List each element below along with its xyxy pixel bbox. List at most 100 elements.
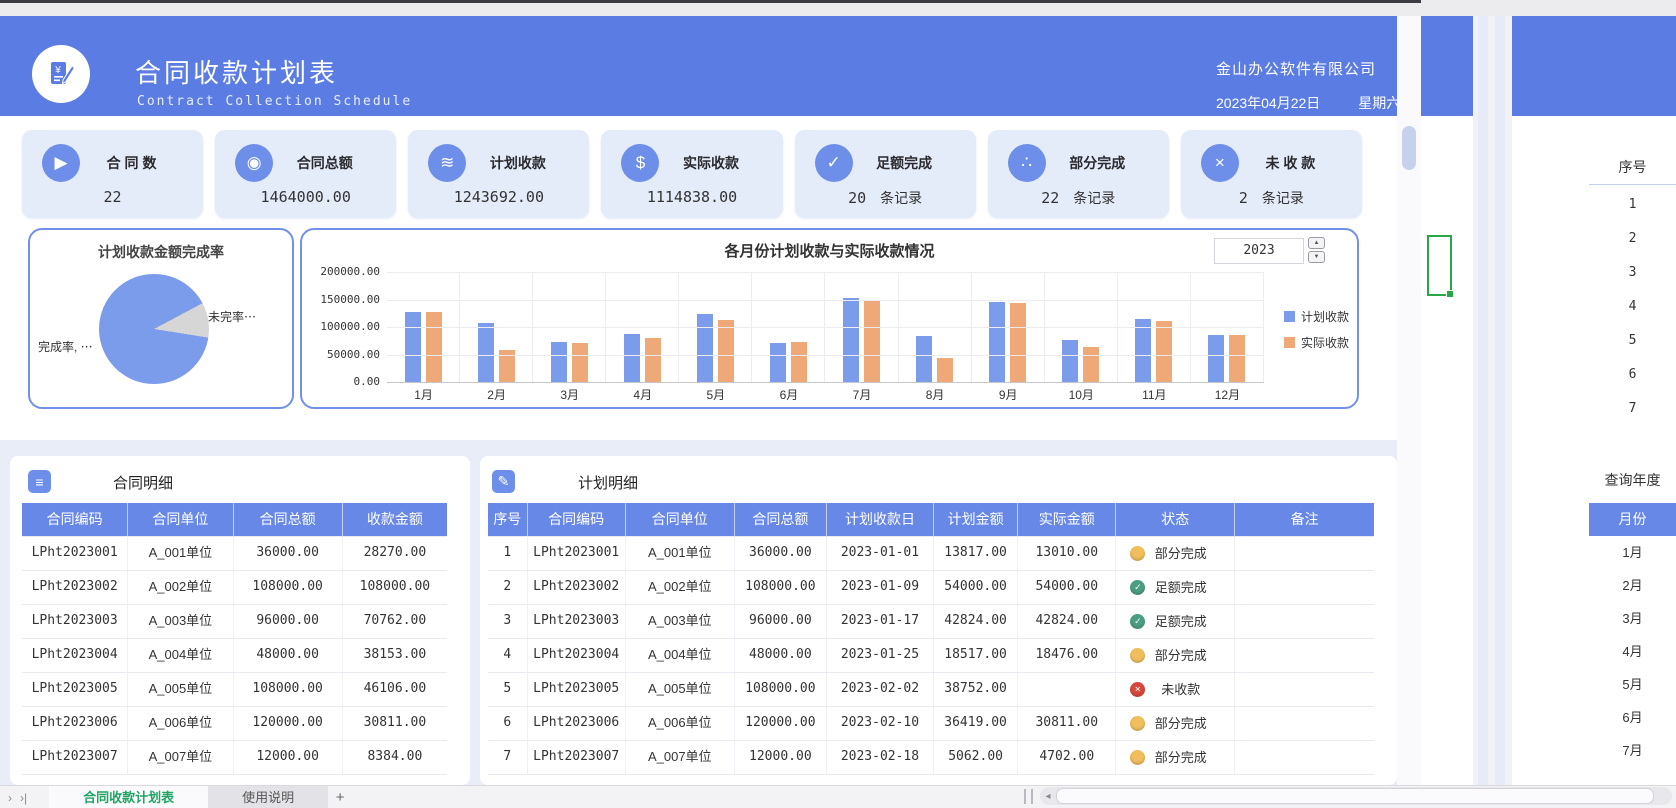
cell[interactable]: A_006单位	[626, 707, 735, 740]
cell[interactable]: A_004单位	[626, 639, 735, 672]
status-cell[interactable]: 部分完成	[1116, 741, 1236, 774]
cell[interactable]: 2023-02-02	[827, 673, 934, 706]
cell[interactable]: 2023-02-18	[827, 741, 934, 774]
header-cell[interactable]: 计划金额	[933, 503, 1019, 536]
cell[interactable]: LPht2023006	[22, 707, 129, 740]
cell[interactable]: A_004单位	[128, 639, 234, 672]
sheet-nav-next-icon[interactable]: ›|	[20, 791, 27, 805]
cell[interactable]: A_002单位	[128, 571, 234, 604]
cell[interactable]: 96000.00	[735, 605, 827, 638]
cell[interactable]: 8384.00	[343, 741, 447, 774]
add-sheet-button[interactable]: +	[328, 789, 352, 806]
cell[interactable]: LPht2023007	[528, 741, 626, 774]
status-cell[interactable]: 部分完成	[1116, 537, 1236, 570]
cell[interactable]: 48000.00	[234, 639, 343, 672]
cell[interactable]: 108000.00	[735, 571, 827, 604]
month-cell[interactable]: 4月	[1589, 635, 1676, 668]
cell[interactable]: A_006单位	[128, 707, 234, 740]
cell[interactable]: 4	[488, 639, 528, 672]
cell[interactable]: 42824.00	[1018, 605, 1117, 638]
cell[interactable]: A_001单位	[128, 537, 234, 570]
cell[interactable]: 108000.00	[234, 571, 343, 604]
cell[interactable]: 28270.00	[343, 537, 447, 570]
cell[interactable]: LPht2023007	[22, 741, 129, 774]
cell[interactable]: 2023-01-25	[827, 639, 934, 672]
cell[interactable]: 2023-02-10	[827, 707, 934, 740]
header-cell[interactable]: 合同单位	[625, 503, 735, 536]
cell[interactable]: LPht2023002	[528, 571, 626, 604]
cell[interactable]: 5	[488, 673, 528, 706]
header-cell[interactable]: 序号	[488, 503, 528, 536]
seq-number-cell[interactable]: 7	[1589, 392, 1676, 426]
header-cell[interactable]: 合同编码	[527, 503, 626, 536]
header-cell[interactable]: 状态	[1116, 503, 1236, 536]
cell[interactable]: A_005单位	[626, 673, 735, 706]
cell[interactable]: 54000.00	[934, 571, 1019, 604]
cell[interactable]: 120000.00	[735, 707, 827, 740]
cell[interactable]: A_003单位	[626, 605, 735, 638]
cell[interactable]: LPht2023003	[22, 605, 129, 638]
header-cell[interactable]: 实际金额	[1018, 503, 1117, 536]
year-input[interactable]: 2023	[1214, 238, 1304, 264]
cell[interactable]: 18517.00	[934, 639, 1019, 672]
status-cell[interactable]: 部分完成	[1116, 707, 1236, 740]
cell[interactable]: 7	[488, 741, 528, 774]
cell[interactable]: LPht2023005	[528, 673, 626, 706]
horizontal-scrollbar[interactable]: ◂	[1040, 787, 1672, 805]
month-cell[interactable]: 2月	[1589, 569, 1676, 602]
cell[interactable]: 96000.00	[234, 605, 343, 638]
month-cell[interactable]: 6月	[1589, 701, 1676, 734]
header-cell[interactable]: 计划收款日	[826, 503, 934, 536]
cell[interactable]: A_007单位	[626, 741, 735, 774]
tab-contract-schedule[interactable]: 合同收款计划表	[49, 786, 209, 808]
cell[interactable]: 36419.00	[934, 707, 1019, 740]
cell[interactable]: 36000.00	[735, 537, 827, 570]
cell[interactable]: 36000.00	[234, 537, 343, 570]
remark-cell[interactable]	[1235, 571, 1374, 604]
seq-number-cell[interactable]: 2	[1589, 222, 1676, 256]
month-cell[interactable]: 1月	[1589, 536, 1676, 569]
cell[interactable]: 54000.00	[1018, 571, 1117, 604]
remark-cell[interactable]	[1235, 605, 1374, 638]
cell[interactable]: LPht2023006	[528, 707, 626, 740]
cell[interactable]: A_002单位	[626, 571, 735, 604]
header-cell[interactable]: 备注	[1235, 503, 1374, 536]
cell[interactable]: 2	[488, 571, 528, 604]
cell[interactable]: A_007单位	[128, 741, 234, 774]
cell[interactable]: A_005单位	[128, 673, 234, 706]
status-cell[interactable]: 部分完成	[1116, 639, 1236, 672]
cell[interactable]: 70762.00	[343, 605, 447, 638]
header-cell[interactable]: 合同总额	[734, 503, 827, 536]
cell[interactable]: 48000.00	[735, 639, 827, 672]
cell[interactable]	[1018, 673, 1117, 706]
cell[interactable]: 2023-01-17	[827, 605, 934, 638]
vertical-scrollbar[interactable]	[1397, 16, 1421, 785]
seq-number-cell[interactable]: 5	[1589, 324, 1676, 358]
header-cell[interactable]: 合同单位	[128, 503, 234, 536]
cell[interactable]: 120000.00	[234, 707, 343, 740]
seq-number-cell[interactable]: 1	[1589, 188, 1676, 222]
cell[interactable]: 13010.00	[1018, 537, 1117, 570]
cell[interactable]: 12000.00	[234, 741, 343, 774]
cell[interactable]: 30811.00	[343, 707, 447, 740]
cell[interactable]: 1	[488, 537, 528, 570]
cell[interactable]: A_003单位	[128, 605, 234, 638]
remark-cell[interactable]	[1235, 707, 1374, 740]
seq-number-cell[interactable]: 3	[1589, 256, 1676, 290]
status-cell[interactable]: × 未收款	[1116, 673, 1236, 706]
year-spin-down-button[interactable]: ▼	[1308, 251, 1325, 263]
month-cell[interactable]: 7月	[1589, 734, 1676, 767]
header-cell[interactable]: 合同总额	[233, 503, 343, 536]
cell[interactable]: LPht2023005	[22, 673, 129, 706]
cell[interactable]: 12000.00	[735, 741, 827, 774]
remark-cell[interactable]	[1235, 639, 1374, 672]
status-cell[interactable]: ✓ 足额完成	[1116, 571, 1236, 604]
fill-handle[interactable]	[1446, 290, 1454, 298]
horizontal-scrollbar-thumb[interactable]	[1056, 788, 1654, 804]
seq-number-cell[interactable]: 4	[1589, 290, 1676, 324]
seq-column-header[interactable]: 序号	[1589, 152, 1676, 182]
scroll-left-arrow-icon[interactable]: ◂	[1040, 791, 1056, 802]
cell[interactable]: 18476.00	[1018, 639, 1117, 672]
cell[interactable]: LPht2023004	[22, 639, 129, 672]
cell[interactable]: LPht2023001	[528, 537, 626, 570]
